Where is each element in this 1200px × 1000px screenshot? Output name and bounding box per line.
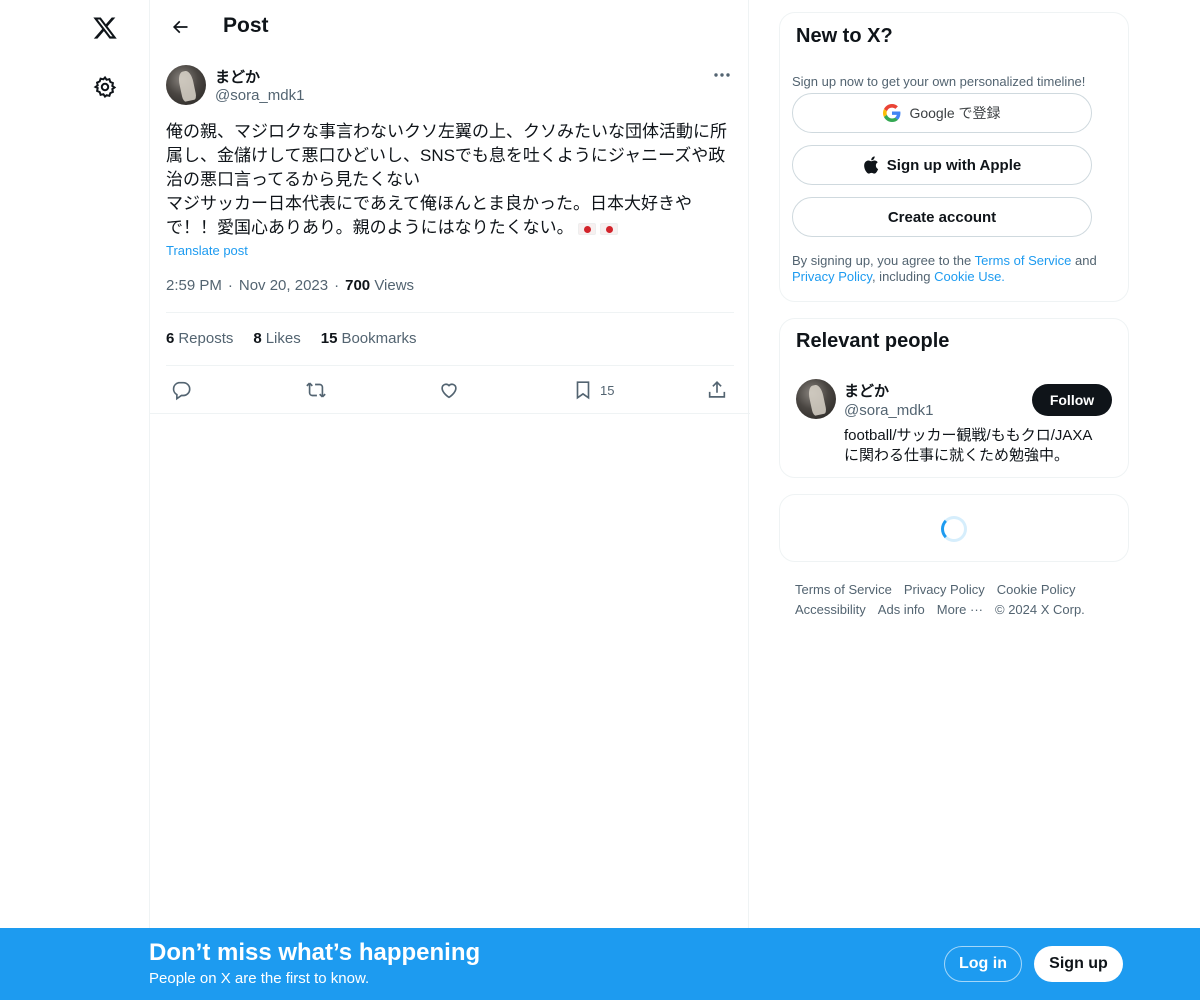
page: Post まどか @sora_mdk1 俺の親、マジロクな事言わないクソ左翼の上…	[0, 0, 1200, 1000]
meta-separator: ·	[334, 277, 340, 294]
relevant-people-card: Relevant people まどか @sora_mdk1 Follow fo…	[779, 318, 1129, 478]
signup-legal-text: By signing up, you agree to the Terms of…	[792, 253, 1118, 285]
avatar[interactable]	[166, 65, 206, 105]
views-count: 700	[345, 277, 371, 294]
footer-accessibility-link[interactable]: Accessibility	[795, 600, 866, 620]
signup-button[interactable]: Sign up	[1034, 946, 1123, 982]
post-text-line-last: で！！愛国心ありあり。親のようにはなりたくない。	[166, 216, 734, 240]
reposts-label: Reposts	[178, 330, 234, 347]
post-text-line: 属し、金儲けして悪口ひどいし、SNSでも息を吐くようにジャニーズや政	[166, 146, 726, 165]
footer-cookie-link[interactable]: Cookie Policy	[997, 580, 1076, 600]
legal-prefix: By signing up, you agree to the	[792, 253, 975, 268]
heart-icon	[441, 383, 457, 399]
footer-links: Terms of Service Privacy Policy Cookie P…	[795, 580, 1125, 620]
repost-button[interactable]	[304, 376, 328, 404]
views-label: Views	[374, 277, 415, 294]
post-header: Post	[150, 0, 750, 54]
create-account-button[interactable]: Create account	[792, 197, 1092, 237]
share-button[interactable]	[706, 376, 728, 404]
avatar[interactable]	[796, 379, 836, 419]
page-title: Post	[223, 14, 269, 37]
cookie-link[interactable]: Cookie Use.	[934, 269, 1005, 284]
post-text-line: マジサッカー日本代表にであえて俺ほんとま良かった。日本大好きや	[166, 194, 692, 213]
more-options-icon[interactable]	[710, 65, 734, 85]
footer-privacy-link[interactable]: Privacy Policy	[904, 580, 985, 600]
post-date[interactable]: Nov 20, 2023	[239, 277, 328, 294]
japan-flag-icon	[599, 222, 618, 235]
post-stats: 6 Reposts 8 Likes 15 Bookmarks	[166, 330, 416, 347]
post-text: 俺の親、マジロクな事言わないクソ左翼の上、クソみたいな団体活動に所 属し、金儲け…	[166, 120, 734, 240]
main-column: Post まどか @sora_mdk1 俺の親、マジロクな事言わないクソ左翼の上…	[149, 0, 750, 1000]
apple-signup-label: Sign up with Apple	[886, 156, 1022, 174]
post-actions: 15	[166, 376, 734, 404]
person-bio-line: に関わる仕事に就くため勉強中。	[844, 447, 1070, 464]
loading-card	[779, 494, 1129, 562]
reposts-count: 6	[166, 330, 175, 347]
person-name[interactable]: まどか	[844, 380, 889, 401]
post-meta: 2:59 PM · Nov 20, 2023 · 700 Views	[166, 277, 414, 294]
footer-copyright: © 2024 X Corp.	[995, 602, 1085, 617]
author-handle[interactable]: @sora_mdk1	[215, 87, 304, 104]
apple-signup-button[interactable]: Sign up with Apple	[792, 145, 1092, 185]
back-arrow-icon[interactable]	[162, 9, 198, 45]
relevant-people-title: Relevant people	[796, 330, 950, 352]
google-icon	[883, 104, 901, 122]
likes-label: Likes	[265, 330, 301, 347]
left-nav	[0, 0, 150, 1000]
x-logo-icon[interactable]	[85, 8, 125, 48]
bookmarks-label: Bookmarks	[341, 330, 417, 347]
legal-and: and	[1071, 253, 1097, 268]
share-icon	[708, 381, 726, 398]
divider	[150, 413, 750, 414]
apple-icon	[863, 156, 878, 174]
gear-icon[interactable]	[85, 67, 125, 107]
likes-stat[interactable]: 8 Likes	[253, 330, 300, 347]
footer-ads-link[interactable]: Ads info	[878, 600, 925, 620]
japan-flag-icon	[577, 222, 596, 235]
bookmark-button[interactable]: 15	[572, 376, 614, 404]
bookmarks-stat[interactable]: 15 Bookmarks	[321, 330, 417, 347]
footer-more-link[interactable]: More ···	[937, 600, 983, 620]
reposts-stat[interactable]: 6 Reposts	[166, 330, 233, 347]
post-time[interactable]: 2:59 PM	[166, 277, 222, 294]
bookmark-count: 15	[600, 382, 615, 398]
translate-post-link[interactable]: Translate post	[166, 243, 248, 258]
reply-icon	[172, 381, 191, 401]
reply-button[interactable]	[170, 376, 192, 404]
signup-card: New to X? Sign up now to get your own pe…	[779, 12, 1129, 302]
loading-spinner-icon	[941, 516, 967, 542]
signup-title: New to X?	[796, 25, 893, 47]
person-bio-line: football/サッカー観戦/ももクロ/JAXA	[844, 427, 1093, 444]
person-handle[interactable]: @sora_mdk1	[844, 402, 933, 419]
legal-including: , including	[871, 269, 935, 284]
meta-separator: ·	[227, 277, 233, 294]
likes-count: 8	[253, 330, 262, 347]
repost-icon	[306, 382, 326, 398]
post-text-line: で！！愛国心ありあり。親のようにはなりたくない。	[166, 218, 574, 237]
signup-subtitle: Sign up now to get your own personalized…	[792, 74, 1086, 89]
post-text-line: 俺の親、マジロクな事言わないクソ左翼の上、クソみたいな団体活動に所	[166, 122, 727, 141]
login-button[interactable]: Log in	[944, 946, 1022, 982]
post-author: まどか @sora_mdk1	[166, 65, 734, 107]
divider	[166, 312, 734, 313]
divider	[166, 365, 734, 366]
person-bio: football/サッカー観戦/ももクロ/JAXA に関わる仕事に就くため勉強中…	[844, 426, 1114, 466]
post-text-line: 治の悪口言ってるから見たくない	[166, 170, 421, 189]
banner-title: Don’t miss what’s happening	[149, 939, 481, 966]
follow-button[interactable]: Follow	[1032, 384, 1112, 416]
google-signup-button[interactable]: Google で登録	[792, 93, 1092, 133]
terms-link[interactable]: Terms of Service	[975, 253, 1072, 268]
signup-banner: Don’t miss what’s happening People on X …	[0, 928, 1200, 1000]
privacy-link[interactable]: Privacy Policy	[792, 269, 872, 284]
bookmarks-count: 15	[320, 330, 338, 347]
banner-subtitle: People on X are the first to know.	[149, 970, 370, 987]
like-button[interactable]	[438, 376, 460, 404]
author-name[interactable]: まどか	[215, 66, 260, 87]
footer-terms-link[interactable]: Terms of Service	[795, 580, 892, 600]
google-signup-label: Google で登録	[909, 105, 1001, 121]
bookmark-icon	[576, 381, 590, 400]
